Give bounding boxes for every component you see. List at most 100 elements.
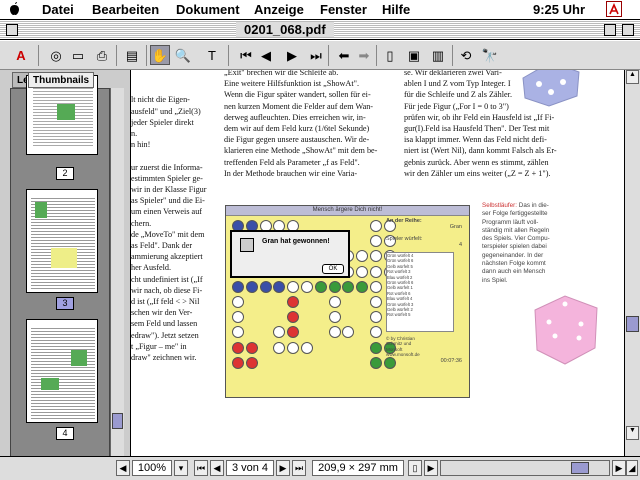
toolbar-separator: [146, 45, 147, 66]
document-scroll-thumb[interactable]: [626, 316, 639, 332]
game-peg: [301, 280, 313, 293]
thumbnail-figure: [57, 104, 75, 120]
menu-hilfe[interactable]: Hilfe: [382, 2, 410, 17]
roll-log: Grün würfelt 4 Grün würfelt 6 Gelb würfelt…: [386, 252, 454, 332]
toolbar-separator: [228, 45, 229, 66]
collapse-box-icon[interactable]: [622, 24, 634, 36]
game-peg: [342, 326, 355, 339]
game-peg: [370, 311, 382, 324]
game-timer: 00:0?:36: [440, 357, 462, 364]
menu-dokument[interactable]: Dokument: [176, 2, 240, 17]
toolbar-separator: [116, 45, 117, 66]
dialog-ok-button: OK: [322, 264, 344, 274]
game-peg: [314, 280, 327, 293]
menu-datei[interactable]: Datei: [42, 2, 74, 17]
rotate-icon[interactable]: ⟲: [456, 45, 476, 65]
game-peg: [273, 341, 286, 354]
game-peg: [259, 280, 272, 293]
thumbnail-label-3[interactable]: 3: [56, 297, 74, 310]
status-next-page-icon[interactable]: ▶: [276, 460, 290, 476]
toolbar: A ◎ ▭ ⎙ ▤ ✋ 🔍 T ⏮ ◀ ▶ ⏭ ⬅ ➡ ▯ ▣ ▥ ⟲ 🔭: [0, 41, 640, 70]
close-box-icon[interactable]: [6, 24, 18, 36]
window-titlebar[interactable]: 0201_068.pdf: [0, 20, 640, 40]
show-navigation-pane-icon[interactable]: ▤: [122, 45, 142, 65]
thumbnail-figure: [71, 350, 87, 366]
fit-width-icon[interactable]: ▥: [428, 45, 448, 65]
thumbnail-label-2[interactable]: 2: [56, 167, 74, 180]
open-folder-icon[interactable]: ▭: [68, 45, 88, 65]
last-page-icon[interactable]: ⏭: [306, 45, 326, 65]
zoom-menu-icon[interactable]: ▾: [174, 460, 188, 476]
game-peg: [273, 280, 286, 293]
zoom-tool-icon[interactable]: 🔍: [173, 45, 193, 65]
menu-bar: Datei Bearbeiten Dokument Anzeige Fenste…: [0, 0, 640, 20]
game-peg: [245, 341, 258, 354]
hand-tool-icon[interactable]: ✋: [150, 45, 170, 65]
resize-grip-icon[interactable]: ◢: [626, 460, 638, 476]
thumbnail-text: [31, 326, 95, 420]
game-peg: [301, 341, 313, 354]
menu-fenster[interactable]: Fenster: [320, 2, 367, 17]
page-layout-icon[interactable]: ▯: [408, 460, 422, 476]
print-icon[interactable]: ⎙: [92, 45, 112, 65]
toolbar-separator: [328, 45, 329, 66]
apple-menu-icon[interactable]: [8, 1, 21, 19]
game-peg: [370, 356, 382, 369]
thumbnail-list[interactable]: 2 3 4: [10, 75, 110, 466]
thumbnail-label-4[interactable]: 4: [56, 427, 74, 440]
scroll-left-icon[interactable]: ◀: [116, 460, 130, 476]
actual-size-icon[interactable]: ▯: [380, 45, 400, 65]
game-peg: [287, 326, 300, 339]
acrobat-logo-icon[interactable]: A: [11, 45, 31, 65]
tab-thumbnails[interactable]: Thumbnails: [28, 72, 94, 88]
horizontal-scroll-thumb[interactable]: [571, 462, 589, 474]
first-page-icon[interactable]: ⏮: [236, 45, 256, 65]
zoom-box-icon[interactable]: [604, 24, 616, 36]
thumbnail-page-3[interactable]: [26, 189, 98, 293]
game-peg: [370, 296, 382, 308]
go-forward-icon[interactable]: ➡: [354, 45, 374, 65]
game-peg: [370, 235, 382, 248]
game-peg: [287, 296, 300, 308]
game-peg: [328, 326, 341, 339]
status-prev-page-icon[interactable]: ◀: [210, 460, 224, 476]
find-icon[interactable]: 🔭: [480, 45, 500, 65]
page-indicator[interactable]: 3 von 4: [226, 460, 274, 476]
menu-bearbeiten[interactable]: Bearbeiten: [92, 2, 159, 17]
thumbnail-scrollbar[interactable]: [110, 88, 124, 466]
game-info-panel: An der Reihe: Gran Spieler würfelt: 4 Gr…: [386, 218, 468, 396]
game-peg: [342, 280, 355, 293]
horizontal-scrollbar[interactable]: [440, 460, 610, 476]
page-size-display: 209,9 × 297 mm: [312, 460, 404, 476]
thumbnail-page-4[interactable]: [26, 319, 98, 423]
game-peg: [356, 265, 369, 278]
game-peg: [370, 220, 382, 232]
previous-page-icon[interactable]: ◀: [256, 45, 276, 65]
scroll-right-icon[interactable]: ▶: [424, 460, 438, 476]
menu-anzeige[interactable]: Anzeige: [254, 2, 304, 17]
scroll-down-arrow-icon[interactable]: ▼: [626, 426, 639, 440]
game-peg: [245, 356, 258, 369]
text-select-tool-icon[interactable]: T: [202, 45, 222, 65]
scroll-right-arrow-icon[interactable]: ▶: [612, 460, 626, 476]
document-scrollbar[interactable]: ▲ ▼: [624, 70, 640, 456]
thumbnail-figure: [51, 248, 77, 268]
game-peg: [273, 326, 286, 339]
web-capture-icon[interactable]: ◎: [46, 45, 66, 65]
scroll-up-arrow-icon[interactable]: ▲: [626, 70, 639, 84]
game-peg: [328, 311, 341, 324]
game-peg: [287, 341, 300, 354]
zoom-field[interactable]: 100%: [132, 460, 172, 476]
acrobat-app-icon[interactable]: [606, 1, 622, 17]
game-peg: [370, 326, 382, 339]
game-peg: [232, 326, 244, 339]
game-peg: [287, 311, 300, 324]
next-page-icon[interactable]: ▶: [282, 45, 302, 65]
status-last-page-icon[interactable]: ⏭: [292, 460, 306, 476]
status-first-page-icon[interactable]: ⏮: [194, 460, 208, 476]
fit-page-icon[interactable]: ▣: [404, 45, 424, 65]
game-peg: [370, 250, 382, 263]
thumbnail-scroll-thumb[interactable]: [112, 413, 123, 429]
blue-die-image: [522, 70, 580, 107]
go-back-icon[interactable]: ⬅: [334, 45, 354, 65]
